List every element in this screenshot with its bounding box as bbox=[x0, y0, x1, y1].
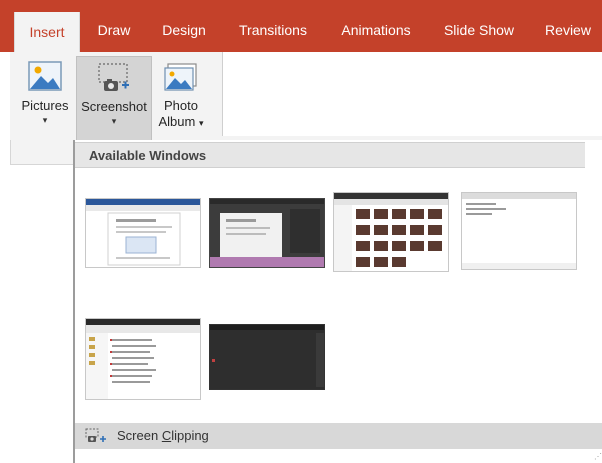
screen-clipping-button[interactable]: Screen Clipping bbox=[75, 423, 602, 449]
window-thumbnail[interactable] bbox=[209, 198, 325, 268]
tab-animations[interactable]: Animations bbox=[328, 0, 424, 52]
tab-design[interactable]: Design bbox=[150, 0, 218, 52]
window-thumbnail[interactable] bbox=[209, 324, 325, 390]
screen-clipping-suffix: lipping bbox=[171, 428, 209, 443]
tab-review[interactable]: Review bbox=[534, 0, 602, 52]
ribbon-empty-area bbox=[222, 52, 602, 136]
photo-album-label-line1: Photo bbox=[164, 98, 198, 113]
pictures-button[interactable]: Pictures ▾ bbox=[16, 56, 74, 140]
screenshot-icon bbox=[98, 63, 129, 91]
tab-insert[interactable]: Insert bbox=[14, 12, 80, 52]
photo-album-button[interactable]: Photo Album ▾ bbox=[152, 56, 210, 140]
document-window-preview bbox=[86, 199, 200, 266]
chevron-down-icon: ▾ bbox=[42, 115, 48, 125]
chevron-down-icon: ▾ bbox=[198, 118, 204, 128]
screen-clipping-icon bbox=[85, 428, 106, 442]
resize-grip-icon[interactable]: ⋰ bbox=[594, 452, 602, 461]
photo-album-label-line2: Album bbox=[158, 114, 196, 129]
pictures-icon bbox=[28, 61, 62, 91]
screenshot-button[interactable]: Screenshot ▾ bbox=[76, 56, 152, 142]
tab-draw[interactable]: Draw bbox=[86, 0, 142, 52]
photo-gallery-window-preview bbox=[334, 193, 448, 271]
screenshot-label: Screenshot bbox=[81, 99, 147, 114]
screenshot-dropdown: Available Windows Screen Clipping ⋰ bbox=[73, 140, 602, 463]
file-explorer-window-preview bbox=[86, 319, 200, 399]
tab-slide-show[interactable]: Slide Show bbox=[434, 0, 524, 52]
window-thumbnail[interactable] bbox=[85, 318, 201, 400]
tab-transitions[interactable]: Transitions bbox=[228, 0, 318, 52]
screen-clipping-prefix: Screen bbox=[117, 428, 162, 443]
ribbon-tab-bar: Insert Draw Design Transitions Animation… bbox=[0, 0, 602, 52]
screen-clipping-access-key: C bbox=[161, 428, 172, 443]
window-thumbnail[interactable] bbox=[85, 198, 201, 268]
text-window-preview bbox=[462, 193, 576, 269]
dark-window-preview bbox=[210, 325, 324, 389]
screen-clipping-label: Screen Clipping bbox=[117, 423, 209, 449]
window-thumbnail[interactable] bbox=[333, 192, 449, 272]
dark-editor-window-preview bbox=[210, 199, 324, 267]
window-thumbnail[interactable] bbox=[461, 192, 577, 270]
photo-album-label-line2-wrap: Album ▾ bbox=[152, 114, 210, 131]
chevron-down-icon: ▾ bbox=[111, 116, 117, 126]
photo-album-icon bbox=[164, 63, 197, 91]
available-windows-header: Available Windows bbox=[75, 142, 585, 168]
ribbon-lower-edge bbox=[10, 140, 74, 165]
pictures-label: Pictures bbox=[21, 98, 69, 113]
